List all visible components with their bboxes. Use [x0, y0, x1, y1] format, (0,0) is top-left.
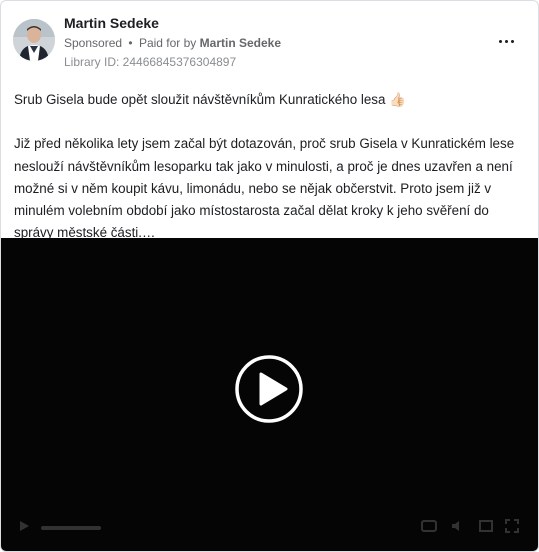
time-readout-icon [41, 526, 101, 530]
fullscreen-icon[interactable] [505, 519, 519, 533]
paid-for-name[interactable]: Martin Sedeke [200, 36, 281, 50]
post-text: Srub Gisela bude opět sloužit návštěvník… [14, 89, 529, 244]
author-name[interactable]: Martin Sedeke [64, 15, 159, 31]
separator-dot: • [128, 36, 133, 50]
post-title: Srub Gisela bude opět sloužit návštěvník… [14, 92, 406, 107]
video-controls [1, 513, 538, 533]
play-icon[interactable] [234, 354, 304, 424]
video-player[interactable] [1, 238, 538, 551]
author-avatar[interactable] [13, 19, 55, 61]
library-id: Library ID: 24466845376304897 [64, 55, 237, 69]
sponsored-label: Sponsored [64, 36, 123, 50]
pip-icon[interactable] [479, 519, 493, 533]
avatar-photo [13, 19, 55, 61]
paid-for-prefix: Paid for by [138, 36, 197, 50]
post-body: Již před několika lety jsem začal být do… [14, 136, 515, 241]
more-options-icon[interactable] [494, 33, 518, 49]
play-small-icon[interactable] [17, 519, 31, 533]
volume-icon[interactable] [451, 519, 465, 533]
post-header: Martin Sedeke Sponsored • Paid for by Ma… [13, 11, 526, 71]
sponsored-line: Sponsored • Paid for by Martin Sedeke [64, 36, 281, 50]
settings-icon[interactable] [421, 519, 437, 533]
ad-card: Martin Sedeke Sponsored • Paid for by Ma… [0, 0, 539, 552]
